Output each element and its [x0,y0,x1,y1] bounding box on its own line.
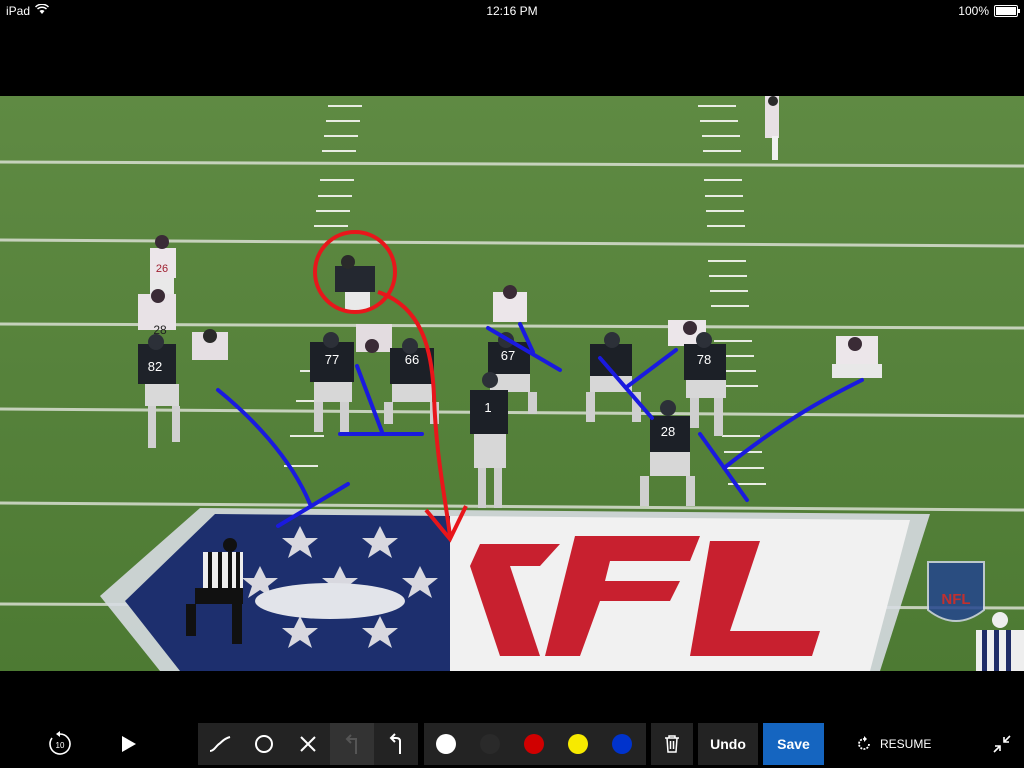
arrow-icon-disabled [345,734,357,754]
svg-text:82: 82 [148,359,162,374]
svg-text:78: 78 [697,352,711,367]
defender-de-left [192,329,228,360]
svg-text:28: 28 [153,323,167,337]
play-icon [122,736,136,752]
red-swatch [524,734,544,754]
circle-icon [255,735,273,753]
white-swatch [436,734,456,754]
clock: 12:16 PM [486,4,538,18]
tool-freehand[interactable] [198,723,242,765]
battery-fill [996,7,1016,15]
color-palette [424,723,646,765]
refresh-icon [858,736,870,750]
resume-label: RESUME [880,737,932,751]
color-red[interactable] [512,723,556,765]
freehand-line-icon [209,736,231,752]
trash-icon [665,735,679,753]
defender-de-right [832,336,882,378]
svg-text:26: 26 [156,263,168,275]
svg-text:67: 67 [501,348,515,363]
color-white[interactable] [424,723,468,765]
skip-back-button[interactable]: 10 [44,728,76,760]
save-button[interactable]: Save [763,723,824,765]
arrow-icon [389,733,401,754]
defender-dt-left [356,324,392,353]
battery-percent: 100% [958,4,989,18]
video-frame[interactable]: NFL 26 82 28 77 66 67 78 1 28 [0,96,1024,671]
telestrator-toolbar: 10 Undo Save RESUME [0,712,1024,768]
resume-button[interactable]: RESUME [856,736,931,752]
tool-arrow[interactable] [374,723,418,765]
color-black[interactable] [468,723,512,765]
battery-icon [994,5,1020,17]
play-button[interactable] [114,730,144,758]
tool-arrow-straight[interactable] [330,723,374,765]
undo-button[interactable]: Undo [698,723,758,765]
football-field-scene: NFL 26 82 28 77 66 67 78 1 28 [0,96,1024,671]
tool-x[interactable] [286,723,330,765]
nfl-watermark: NFL [927,561,985,622]
blue-swatch [612,734,632,754]
exit-fullscreen-button[interactable] [988,730,1016,758]
color-blue[interactable] [600,723,644,765]
svg-text:10: 10 [56,741,65,750]
delete-button[interactable] [651,723,693,765]
drawing-tools [198,723,418,765]
receiver-28-left: 28 [153,323,167,337]
x-mark-icon [300,736,316,752]
svg-text:1: 1 [484,400,491,415]
svg-text:77: 77 [325,352,339,367]
black-swatch [480,734,500,754]
rewind-10-icon: 10 [49,731,71,755]
yellow-swatch [568,734,588,754]
svg-text:66: 66 [405,352,419,367]
collapse-icon [993,735,1011,753]
watermark-text: NFL [941,591,970,608]
svg-text:28: 28 [661,424,675,439]
tool-circle[interactable] [242,723,286,765]
status-bar: iPad 12:16 PM 100% [0,0,1024,22]
color-yellow[interactable] [556,723,600,765]
